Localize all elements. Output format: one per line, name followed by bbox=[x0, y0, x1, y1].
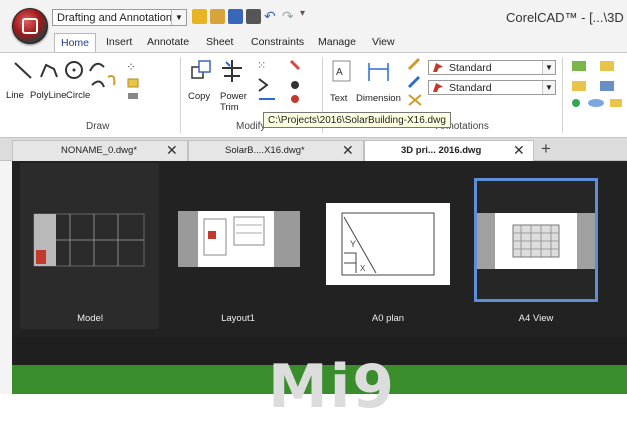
svg-text:A: A bbox=[336, 67, 343, 78]
sheet-label: Layout1 bbox=[221, 313, 255, 324]
paper-preview bbox=[495, 213, 577, 269]
modify-tools-icons[interactable]: ⁙ bbox=[255, 57, 315, 107]
chevron-down-icon[interactable]: ▼ bbox=[171, 10, 186, 25]
tab-view[interactable]: View bbox=[366, 33, 401, 52]
layer-tools-icons[interactable] bbox=[570, 59, 627, 109]
group-divider bbox=[180, 57, 181, 133]
tab-annotate[interactable]: Annotate bbox=[141, 33, 195, 52]
dimension-icon[interactable] bbox=[366, 59, 392, 85]
copy-icon[interactable] bbox=[190, 59, 214, 83]
app-title: CorelCAD™ - [...\3D bbox=[506, 10, 624, 25]
dimension-tool-label[interactable]: Dimension bbox=[356, 93, 401, 104]
paper-preview bbox=[198, 211, 274, 267]
svg-text:⁘: ⁘ bbox=[126, 60, 136, 74]
print-icon[interactable] bbox=[246, 9, 261, 24]
open-folder-icon[interactable] bbox=[210, 9, 225, 24]
tab-sheet[interactable]: Sheet bbox=[200, 33, 239, 52]
text-style-value: Standard bbox=[449, 62, 492, 74]
new-tab-button[interactable]: + bbox=[534, 139, 558, 159]
sheet-thumbnail-a0-plan[interactable]: YX bbox=[326, 181, 450, 299]
power-trim-icon[interactable] bbox=[220, 58, 244, 84]
text-icon[interactable]: A bbox=[331, 59, 353, 85]
a0-preview-drawing: YX bbox=[341, 212, 435, 276]
model-preview bbox=[33, 213, 145, 267]
power-trim-tool-label[interactable]: Power Trim bbox=[220, 91, 250, 113]
doc-tab-name: 3D pri... 2016.dwg bbox=[401, 145, 482, 156]
text-style-select[interactable]: Standard ▼ bbox=[428, 60, 556, 75]
svg-text:⁙: ⁙ bbox=[257, 60, 266, 72]
dimension-style-select[interactable]: Standard ▼ bbox=[428, 80, 556, 95]
close-icon[interactable]: ✕ bbox=[166, 142, 178, 159]
tab-manage[interactable]: Manage bbox=[312, 33, 362, 52]
circle-icon[interactable] bbox=[63, 59, 85, 81]
text-tool-label[interactable]: Text bbox=[330, 93, 347, 104]
new-file-icon[interactable] bbox=[192, 9, 207, 24]
chevron-down-icon[interactable]: ▼ bbox=[542, 61, 555, 74]
doc-tab-name: NONAME_0.dwg* bbox=[61, 145, 138, 156]
sheet-label: Model bbox=[77, 313, 103, 324]
polyline-icon[interactable] bbox=[38, 59, 60, 81]
chevron-down-icon[interactable]: ▼ bbox=[542, 81, 555, 94]
tab-home[interactable]: Home bbox=[54, 33, 96, 52]
file-path-tooltip: C:\Projects\2016\SolarBuilding-X16.dwg bbox=[263, 112, 451, 128]
close-icon[interactable]: ✕ bbox=[513, 142, 525, 159]
corelcad-logo-icon bbox=[22, 18, 38, 34]
a4-preview-drawing bbox=[512, 224, 560, 258]
sheet-label-selected: A4 View bbox=[518, 313, 554, 324]
paper-preview: YX bbox=[326, 203, 450, 285]
arc-tools-icon[interactable] bbox=[86, 57, 126, 97]
undo-icon[interactable]: ↶ bbox=[264, 8, 276, 25]
annotation-extra-icons[interactable] bbox=[405, 57, 429, 107]
workspace-value: Drafting and Annotation bbox=[57, 12, 172, 24]
dimension-style-value: Standard bbox=[449, 82, 492, 94]
draw-extra-icons[interactable]: ⁘ bbox=[124, 59, 148, 103]
sheet-label: A0 plan bbox=[371, 313, 405, 324]
draw-group-label: Draw bbox=[86, 121, 110, 132]
copy-tool-label[interactable]: Copy bbox=[188, 91, 210, 102]
ribbon-tab-row: Home Insert Annotate Sheet Constraints M… bbox=[0, 30, 627, 52]
tab-constraints[interactable]: Constraints bbox=[245, 33, 310, 52]
canvas-text: Mi9 bbox=[268, 352, 397, 422]
sheet-thumbnail-a4-view[interactable] bbox=[474, 178, 598, 302]
tab-insert[interactable]: Insert bbox=[100, 33, 138, 52]
svg-text:Y: Y bbox=[350, 239, 356, 249]
left-margin bbox=[0, 161, 12, 394]
modify-group-label: Modify bbox=[236, 121, 266, 132]
layout-preview-drawing bbox=[203, 216, 265, 256]
line-tool-label[interactable]: Line bbox=[6, 90, 24, 101]
style-flag-icon bbox=[433, 63, 443, 72]
doc-tab-name: SolarB....X16.dwg* bbox=[225, 145, 305, 156]
style-flag-icon bbox=[433, 83, 443, 92]
save-icon[interactable] bbox=[228, 9, 243, 24]
polyline-tool-label[interactable]: PolyLine bbox=[30, 90, 66, 101]
line-icon[interactable] bbox=[12, 59, 34, 81]
circle-tool-label[interactable]: Circle bbox=[66, 90, 90, 101]
close-icon[interactable]: ✕ bbox=[342, 142, 354, 159]
workspace-select[interactable]: Drafting and Annotation ▼ bbox=[52, 9, 187, 26]
doc-tab[interactable]: NONAME_0.dwg* ✕ bbox=[12, 140, 188, 161]
sheet-thumbnail-layout1[interactable] bbox=[176, 181, 300, 299]
doc-tab-active[interactable]: 3D pri... 2016.dwg ✕ bbox=[364, 140, 534, 161]
svg-text:X: X bbox=[360, 264, 366, 273]
doc-tab[interactable]: SolarB....X16.dwg* ✕ bbox=[188, 140, 364, 161]
app-menu-button[interactable] bbox=[12, 8, 48, 44]
redo-icon[interactable]: ↷ bbox=[282, 8, 294, 25]
group-divider bbox=[562, 57, 563, 133]
qat-customize-icon[interactable]: ▾ bbox=[300, 8, 305, 19]
